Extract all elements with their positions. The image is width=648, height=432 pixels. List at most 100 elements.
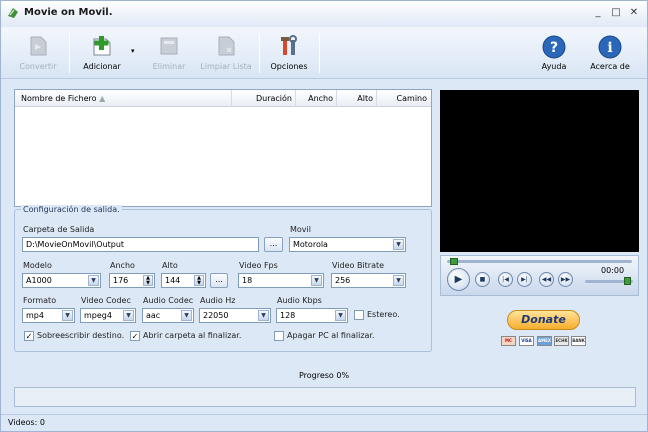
convertir-button[interactable]: Convertir	[17, 35, 59, 71]
svg-text:?: ?	[550, 40, 558, 56]
bank-icon: BANK	[571, 336, 586, 346]
ayuda-button[interactable]: ? Ayuda	[534, 35, 574, 71]
adicionar-label: Adicionar	[83, 62, 121, 71]
carpeta-input[interactable]: D:\MovieOnMovil\Output	[22, 237, 259, 252]
limpiar-lista-button[interactable]: Limpiar Lista	[199, 35, 253, 71]
progress-label: Progreso 0%	[298, 371, 350, 380]
progress-bar	[14, 387, 636, 407]
size-options-button[interactable]: ...	[210, 273, 228, 288]
svg-text:i: i	[607, 40, 612, 56]
browse-carpeta-button[interactable]: ...	[264, 237, 283, 252]
window-title: Movie on Movil.	[24, 7, 113, 18]
help-icon: ?	[542, 35, 566, 59]
akbps-select[interactable]: 128 ▼	[276, 308, 348, 323]
add-file-icon	[93, 36, 111, 56]
visa-icon: VISA	[519, 336, 534, 346]
donate-button[interactable]: Donate	[507, 310, 580, 330]
chevron-down-icon: ▼	[62, 310, 73, 321]
movil-label: Movil	[290, 225, 311, 234]
chevron-down-icon: ▼	[393, 275, 404, 286]
fps-label: Video Fps	[239, 261, 278, 270]
stop-icon[interactable]: ■	[475, 272, 490, 287]
toolbar: Convertir Adicionar ▾ Eliminar Limpiar L…	[1, 27, 647, 79]
tools-icon	[281, 35, 297, 55]
col-alto[interactable]: Alto	[337, 90, 377, 107]
abrir-carpeta-checkbox[interactable]: ✓	[130, 331, 140, 341]
fast-forward-icon[interactable]: ▶▶	[558, 272, 573, 287]
modelo-label: Modelo	[23, 261, 52, 270]
formato-label: Formato	[23, 296, 57, 305]
vbitrate-select[interactable]: 256 ▼	[331, 273, 406, 288]
ancho-stepper[interactable]: 176 ▲ ▼	[109, 273, 155, 288]
file-list-header: Nombre de Fichero ▲ Duración Ancho Alto …	[15, 90, 431, 107]
echeck-icon: ECHK	[554, 336, 569, 346]
chevron-down-icon: ▼	[181, 310, 192, 321]
apagar-pc-checkbox[interactable]	[274, 331, 284, 341]
alto-label: Alto	[162, 261, 178, 270]
vbitrate-label: Video Bitrate	[332, 261, 385, 270]
ayuda-label: Ayuda	[541, 62, 567, 71]
col-duracion[interactable]: Duración	[232, 90, 296, 107]
acodec-select[interactable]: aac ▼	[142, 308, 194, 323]
mastercard-icon: MC	[501, 336, 516, 346]
alto-stepper[interactable]: 144 ▲ ▼	[161, 273, 206, 288]
chevron-down-icon: ▼	[88, 275, 99, 286]
seek-handle[interactable]	[450, 258, 458, 265]
estereo-checkbox[interactable]	[354, 310, 364, 320]
chevron-down-icon: ▼	[335, 310, 346, 321]
limpiar-lista-label: Limpiar Lista	[200, 62, 252, 71]
delete-icon	[160, 37, 178, 55]
spinner-icon[interactable]: ▲ ▼	[194, 275, 204, 286]
chevron-down-icon: ▼	[393, 239, 404, 250]
config-group-title: Configuración de salida.	[21, 205, 122, 214]
clear-list-icon	[218, 36, 235, 56]
volume-handle[interactable]	[624, 277, 631, 285]
close-button[interactable]: ✕	[627, 6, 641, 20]
previous-icon[interactable]: |◀	[498, 272, 513, 287]
play-icon[interactable]: ▶	[447, 268, 470, 291]
sobrescribir-checkbox[interactable]: ✓	[24, 331, 34, 341]
convert-icon	[30, 36, 47, 56]
convertir-label: Convertir	[19, 62, 57, 71]
maximize-button[interactable]: □	[609, 6, 623, 20]
title-bar: Movie on Movil. _ □ ✕	[1, 1, 647, 27]
status-bar: Videos: 0	[1, 414, 647, 431]
spinner-icon[interactable]: ▲ ▼	[143, 275, 153, 286]
seek-bar[interactable]	[447, 260, 632, 263]
eliminar-button[interactable]: Eliminar	[149, 35, 189, 71]
acodec-label: Audio Codec	[143, 296, 194, 305]
acerca-de-label: Acerca de	[590, 62, 630, 71]
ahz-select[interactable]: 22050 ▼	[199, 308, 271, 323]
ahz-label: Audio Hz	[200, 296, 236, 305]
time-display: 00:00	[601, 266, 625, 275]
abrir-carpeta-label: Abrir carpeta al finalizar.	[143, 331, 242, 340]
akbps-label: Audio Kbps	[277, 296, 322, 305]
next-icon[interactable]: ▶|	[517, 272, 532, 287]
col-ancho[interactable]: Ancho	[296, 90, 337, 107]
amex-icon: AMEX	[537, 336, 552, 346]
col-camino[interactable]: Camino	[377, 90, 431, 107]
col-nombre[interactable]: Nombre de Fichero ▲	[15, 90, 232, 107]
fps-select[interactable]: 18 ▼	[238, 273, 324, 288]
opciones-button[interactable]: Opciones	[267, 35, 311, 71]
sobrescribir-label: Sobreescribir destino.	[37, 331, 125, 340]
eliminar-label: Eliminar	[152, 62, 186, 71]
modelo-select[interactable]: A1000 ▼	[22, 273, 101, 288]
rewind-icon[interactable]: ◀◀	[539, 272, 554, 287]
ancho-label: Ancho	[110, 261, 135, 270]
acerca-de-button[interactable]: i Acerca de	[587, 35, 633, 71]
adicionar-dropdown-icon[interactable]: ▾	[131, 47, 135, 55]
chevron-down-icon: ▼	[258, 310, 269, 321]
file-list[interactable]: Nombre de Fichero ▲ Duración Ancho Alto …	[14, 89, 432, 207]
vcodec-label: Video Codec	[81, 296, 131, 305]
chevron-down-icon: ▼	[311, 275, 322, 286]
minimize-button[interactable]: _	[591, 6, 605, 20]
chevron-down-icon: ▼	[123, 310, 134, 321]
formato-select[interactable]: mp4 ▼	[22, 308, 75, 323]
movil-select[interactable]: Motorola ▼	[289, 237, 406, 252]
video-preview	[440, 90, 639, 252]
adicionar-button[interactable]: Adicionar	[81, 35, 123, 71]
app-icon	[8, 8, 18, 18]
vcodec-select[interactable]: mpeg4 ▼	[80, 308, 136, 323]
opciones-label: Opciones	[270, 62, 308, 71]
